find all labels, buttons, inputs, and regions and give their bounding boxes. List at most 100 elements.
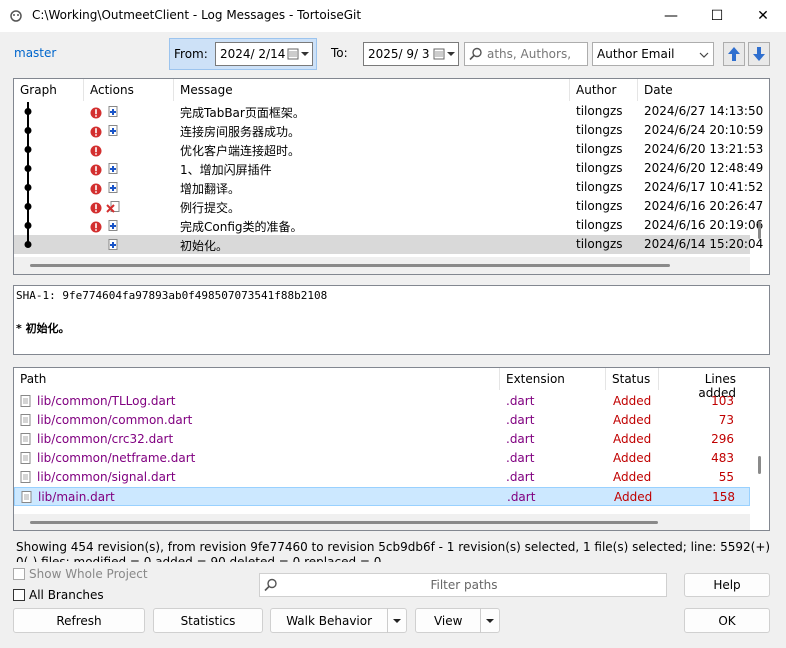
column-header-extension[interactable]: Extension (500, 368, 606, 390)
action-icons (90, 200, 120, 214)
walk-behavior-button[interactable]: Walk Behavior (270, 608, 407, 633)
modified-icon (90, 183, 102, 194)
file-status: Added (613, 451, 652, 465)
file-icon (21, 491, 32, 503)
commit-author: tilongzs (576, 142, 623, 156)
file-row[interactable]: lib/common/crc32.dart .dart Added 296 (14, 430, 750, 449)
previous-button[interactable] (723, 42, 745, 66)
column-header-lines-added[interactable]: Lines added (659, 368, 750, 400)
file-lines-added: 296 (711, 432, 734, 446)
file-lines-added: 73 (718, 413, 734, 427)
walk-behavior-dropdown[interactable] (387, 608, 406, 633)
file-icon (20, 414, 31, 426)
next-button[interactable] (748, 42, 770, 66)
log-vertical-scrollbar[interactable] (750, 79, 769, 257)
ok-button[interactable]: OK (684, 608, 770, 633)
log-row[interactable]: 1、增加闪屏插件 tilongzs 2024/6/20 12:48:49 (14, 159, 763, 178)
action-icons (106, 238, 118, 252)
files-horizontal-scrollbar[interactable] (14, 514, 750, 530)
log-row[interactable]: 增加翻译。 tilongzs 2024/6/17 10:41:52 (14, 178, 763, 197)
close-icon: ✕ (757, 8, 769, 24)
file-status: Added (613, 394, 652, 408)
action-icons (90, 143, 102, 157)
commit-date: 2024/6/16 20:26:47 (644, 199, 764, 213)
scrollbar-thumb[interactable] (30, 264, 670, 267)
commit-message: 1、增加闪屏插件 (180, 163, 272, 177)
file-row[interactable]: lib/main.dart .dart Added 158 (14, 487, 750, 506)
graph-node-icon (24, 178, 32, 197)
file-status: Added (613, 432, 652, 446)
file-icon (20, 471, 31, 483)
column-header-author[interactable]: Author (570, 79, 638, 101)
scrollbar-thumb[interactable] (758, 456, 761, 474)
commit-author: tilongzs (576, 104, 623, 118)
column-header-message[interactable]: Message (174, 79, 570, 101)
deleted-file-icon (106, 201, 120, 213)
from-date-picker[interactable]: 2024/ 2/14 (215, 42, 313, 66)
calendar-dropdown-icon[interactable] (432, 43, 456, 65)
column-header-date[interactable]: Date (638, 79, 750, 101)
file-row[interactable]: lib/common/common.dart .dart Added 73 (14, 411, 750, 430)
file-lines-added: 483 (711, 451, 734, 465)
show-whole-project-label: Show Whole Project (29, 567, 148, 581)
column-header-actions[interactable]: Actions (84, 79, 174, 101)
file-path: lib/main.dart (38, 490, 115, 504)
log-row[interactable]: 连接房间服务器成功。 tilongzs 2024/6/24 20:10:59 (14, 121, 763, 140)
checkbox-box[interactable] (13, 568, 25, 580)
file-path: lib/common/TLLog.dart (37, 394, 176, 408)
filter-field-value: Author Email (597, 47, 675, 61)
help-button[interactable]: Help (684, 573, 770, 597)
commit-message: 例行提交。 (180, 201, 241, 215)
status-text: Showing 454 revision(s), from revision 9… (16, 540, 771, 562)
arrow-down-icon (753, 47, 765, 61)
modified-icon (90, 202, 102, 213)
sha-text: SHA-1: 9fe774604fa97893ab0f498507073541f… (16, 289, 328, 302)
search-icon (469, 47, 482, 61)
commit-date: 2024/6/27 14:13:50 (644, 104, 764, 118)
column-header-path[interactable]: Path (14, 368, 500, 390)
log-horizontal-scrollbar[interactable] (14, 257, 750, 274)
branch-link[interactable]: master (14, 46, 56, 60)
calendar-dropdown-icon[interactable] (286, 43, 310, 65)
log-row[interactable]: 初始化。 tilongzs 2024/6/14 15:20:04 (14, 235, 763, 254)
graph-node-icon (24, 216, 32, 235)
statistics-button[interactable]: Statistics (153, 608, 263, 633)
file-row[interactable]: lib/common/TLLog.dart .dart Added 103 (14, 392, 750, 411)
to-date-picker[interactable]: 2025/ 9/ 3 (363, 42, 459, 66)
show-whole-project-checkbox[interactable]: Show Whole Project (13, 567, 148, 581)
file-icon (20, 395, 31, 407)
action-icons (90, 219, 118, 233)
from-date-value: 2024/ 2/14 (220, 47, 286, 61)
log-row[interactable]: 完成Config类的准备。 tilongzs 2024/6/16 20:19:06 (14, 216, 763, 235)
commit-message: 优化客户端连接超时。 (180, 144, 301, 158)
scrollbar-thumb[interactable] (30, 521, 658, 524)
filter-field-select[interactable]: Author Email (592, 42, 714, 66)
all-branches-checkbox[interactable]: All Branches (13, 588, 104, 602)
log-row[interactable]: 完成TabBar页面框架。 tilongzs 2024/6/27 14:13:50 (14, 102, 763, 121)
column-header-status[interactable]: Status (606, 368, 659, 390)
files-vertical-scrollbar[interactable] (750, 368, 769, 514)
file-row[interactable]: lib/common/signal.dart .dart Added 55 (14, 468, 750, 487)
log-row[interactable]: 例行提交。 tilongzs 2024/6/16 20:26:47 (14, 197, 763, 216)
changed-files-list[interactable]: Path Extension Status Lines added lib/co… (13, 367, 770, 531)
commit-details[interactable]: SHA-1: 9fe774604fa97893ab0f498507073541f… (13, 285, 770, 355)
view-button[interactable]: View (415, 608, 500, 633)
close-button[interactable]: ✕ (740, 0, 786, 32)
action-icons (90, 181, 118, 195)
file-row[interactable]: lib/common/netframe.dart .dart Added 483 (14, 449, 750, 468)
graph-node-icon (24, 102, 32, 121)
search-input[interactable]: aths, Authors, (464, 42, 588, 66)
added-file-icon (108, 106, 118, 117)
commit-message: 初始化。 (180, 239, 229, 253)
filter-paths-input[interactable]: Filter paths (259, 573, 667, 597)
refresh-button[interactable]: Refresh (13, 608, 145, 633)
maximize-button[interactable]: ☐ (694, 0, 740, 32)
column-header-graph[interactable]: Graph (14, 79, 84, 101)
scrollbar-thumb[interactable] (758, 221, 761, 239)
checkbox-box[interactable] (13, 589, 25, 601)
view-dropdown[interactable] (480, 608, 499, 633)
minimize-button[interactable]: — (648, 0, 694, 32)
graph-node-icon (24, 140, 32, 159)
log-list[interactable]: Graph Actions Message Author Date 完成TabB… (13, 78, 770, 275)
log-row[interactable]: 优化客户端连接超时。 tilongzs 2024/6/20 13:21:53 (14, 140, 763, 159)
